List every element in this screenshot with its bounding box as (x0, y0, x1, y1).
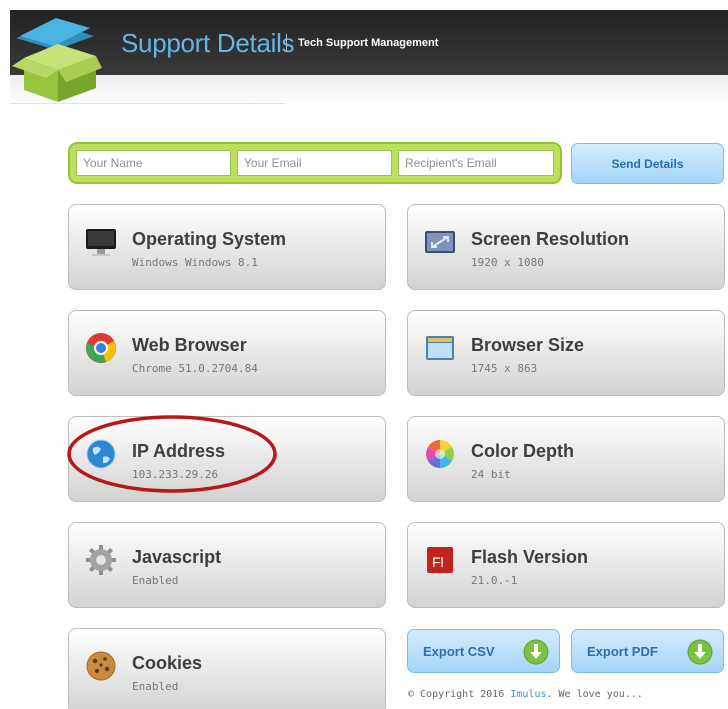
globe-icon (86, 439, 116, 469)
card-title: Operating System (132, 229, 287, 249)
box-logo-icon (12, 18, 102, 102)
flash-icon: Fl (427, 547, 453, 573)
card-web-browser: Web Browser Chrome 51.0.2704.84 (68, 310, 386, 396)
name-input[interactable] (76, 150, 231, 176)
export-pdf-label: Export PDF (587, 644, 658, 659)
card-value: Enabled (132, 574, 179, 587)
card-title: Color Depth (471, 441, 574, 461)
export-pdf-button[interactable]: Export PDF (571, 629, 724, 673)
card-color-depth: Color Depth 24 bit (407, 416, 725, 502)
email-input[interactable] (237, 150, 392, 176)
card-title: Javascript (132, 547, 222, 567)
card-value: Enabled (132, 680, 179, 693)
recipient-email-input[interactable] (398, 150, 554, 176)
card-value: 21.0.-1 (471, 574, 518, 587)
card-operating-system: Operating System Windows Windows 8.1 (68, 204, 386, 290)
card-title: Cookies (132, 653, 203, 673)
imulus-link[interactable]: Imulus (510, 689, 546, 700)
export-csv-label: Export CSV (423, 644, 495, 659)
card-title: Browser Size (471, 335, 585, 355)
chrome-icon (86, 333, 116, 363)
header-shadow (10, 75, 728, 105)
card-flash-version: Fl Flash Version 21.0.-1 (407, 522, 725, 608)
send-details-button[interactable]: Send Details (571, 143, 724, 184)
card-cookies: Cookies Enabled (68, 628, 386, 709)
card-value: 1745 x 863 (471, 362, 538, 375)
download-arrow-icon (523, 639, 549, 665)
card-javascript: Javascript Enabled (68, 522, 386, 608)
copyright-prefix: © Copyright 2016 (408, 689, 511, 700)
gear-icon (86, 545, 116, 575)
download-arrow-icon (687, 639, 713, 665)
card-value: 1920 x 1080 (471, 256, 544, 269)
card-title: Flash Version (471, 547, 589, 567)
card-value: Windows Windows 8.1 (132, 256, 258, 269)
card-screen-resolution: Screen Resolution 1920 x 1080 (407, 204, 725, 290)
copyright-text: © Copyright 2016 Imulus. We love you... (408, 689, 643, 700)
card-ip-address: IP Address 103.233.29.26 (68, 416, 386, 502)
monitor-icon (86, 229, 116, 256)
card-value: Chrome 51.0.2704.84 (132, 362, 258, 375)
title-separator (286, 34, 287, 52)
card-value: 24 bit (471, 468, 511, 481)
app-title: Support Details (121, 28, 295, 58)
svg-text:Fl: Fl (432, 554, 444, 570)
app-subtitle: Tech Support Management (298, 37, 439, 49)
export-csv-button[interactable]: Export CSV (407, 629, 560, 673)
screen-resolution-icon (425, 231, 455, 253)
card-title: IP Address (132, 441, 226, 461)
card-value: 103.233.29.26 (132, 468, 219, 481)
color-wheel-icon (426, 440, 454, 468)
browser-window-icon (426, 336, 454, 360)
copyright-suffix: . We love you... (546, 689, 643, 700)
card-browser-size: Browser Size 1745 x 863 (407, 310, 725, 396)
card-title: Web Browser (132, 335, 247, 355)
card-title: Screen Resolution (471, 229, 630, 249)
cookie-icon (86, 651, 116, 681)
